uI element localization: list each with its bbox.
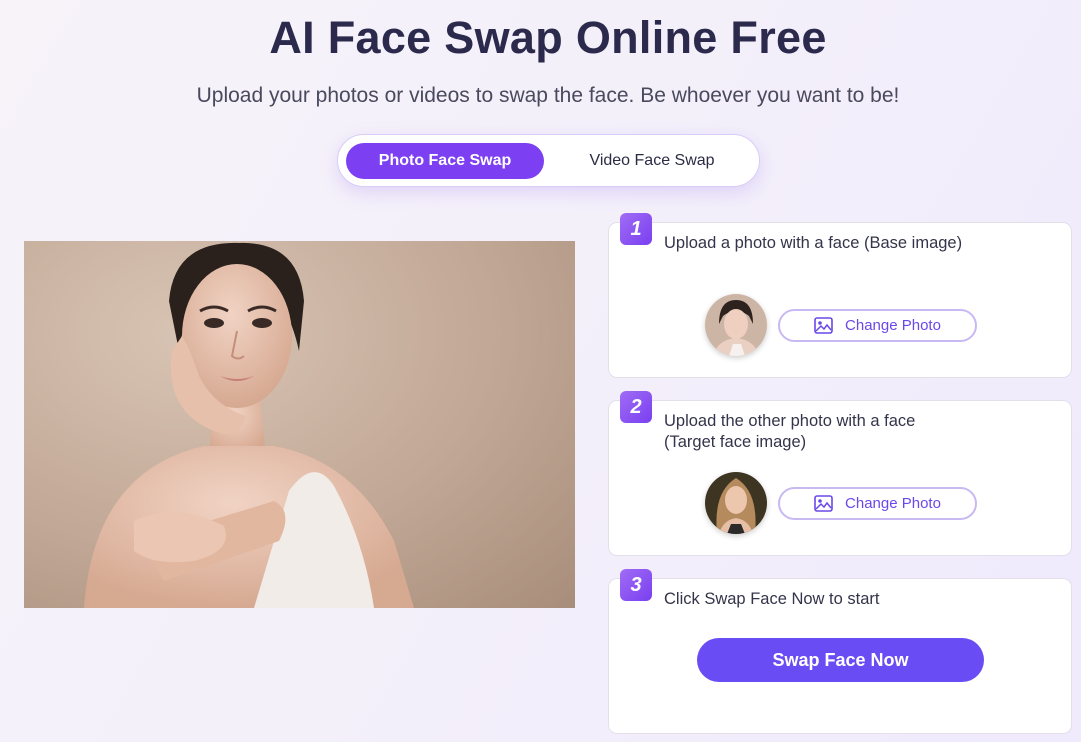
- tab-video-face-swap[interactable]: Video Face Swap: [552, 143, 752, 179]
- base-image-preview: [24, 241, 575, 608]
- image-icon: [814, 495, 833, 512]
- step-instruction: Upload a photo with a face (Base image): [664, 234, 963, 252]
- target-photo-thumbnail[interactable]: [705, 472, 767, 534]
- page-title: AI Face Swap Online Free: [269, 12, 827, 63]
- step-number-badge: 2: [620, 391, 652, 423]
- base-photo-thumbnail[interactable]: [705, 294, 767, 356]
- step-number-badge: 3: [620, 569, 652, 601]
- step-number-badge: 1: [620, 213, 652, 245]
- change-photo-label: Change Photo: [845, 317, 941, 334]
- swap-face-now-button[interactable]: Swap Face Now: [697, 638, 984, 682]
- tab-photo-face-swap[interactable]: Photo Face Swap: [346, 143, 544, 179]
- change-photo-label: Change Photo: [845, 495, 941, 512]
- change-photo-button-2[interactable]: Change Photo: [778, 487, 977, 520]
- woman-portrait-illustration: [84, 242, 414, 608]
- step-instruction: Upload the other photo with a face (Targ…: [664, 412, 916, 451]
- page-subtitle: Upload your photos or videos to swap the…: [196, 84, 900, 107]
- change-photo-button-1[interactable]: Change Photo: [778, 309, 977, 342]
- step-card-3: 3 Click Swap Face Now to start Swap Face…: [608, 569, 1072, 734]
- step-card-1: 1 Upload a photo with a face (Base image…: [608, 213, 1072, 378]
- image-icon: [814, 317, 833, 334]
- step-instruction: Click Swap Face Now to start: [664, 590, 880, 608]
- step-card-2: 2 Upload the other photo with a face (Ta…: [608, 391, 1072, 556]
- mode-tabs: Photo Face Swap Video Face Swap: [337, 134, 760, 187]
